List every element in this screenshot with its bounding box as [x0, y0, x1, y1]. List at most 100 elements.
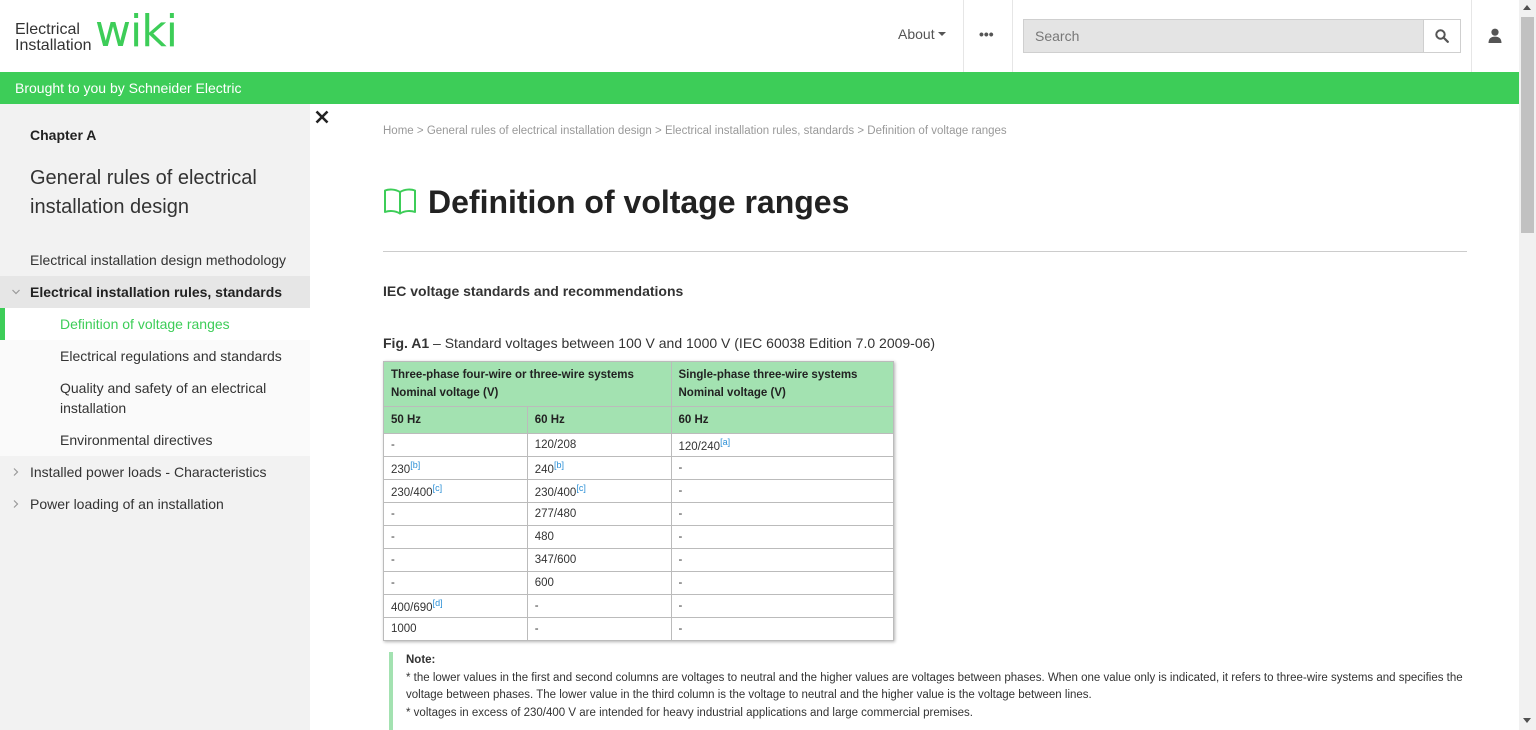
table-cell: 120/208: [526, 433, 672, 457]
cell-value: -: [678, 577, 683, 589]
cell-value: 347/600: [534, 554, 577, 566]
about-menu[interactable]: About: [898, 26, 946, 42]
search-button[interactable]: [1423, 20, 1460, 52]
breadcrumb-general-rules[interactable]: General rules of electrical installation…: [427, 125, 652, 137]
table-cell: 230/400[c]: [383, 479, 528, 503]
sidebar-item-label: Definition of voltage ranges: [60, 316, 230, 332]
cell-value: 1000: [391, 623, 417, 635]
note-line: * voltages in excess of 230/400 V are in…: [406, 706, 974, 719]
sidebar-item-label: Environmental directives: [60, 432, 213, 448]
cell-value: -: [391, 577, 395, 589]
divider: [1471, 0, 1472, 72]
footnote-link[interactable]: [c]: [576, 483, 586, 493]
section-heading: IEC voltage standards and recommendation…: [383, 283, 684, 299]
figure-label: Fig. A1: [383, 335, 430, 351]
table-cell: -: [670, 617, 894, 641]
table-row: - 480 -: [383, 525, 894, 549]
table-subheader: 50 Hz: [383, 406, 528, 434]
table-header-single-phase: Single-phase three-wire systems Nominal …: [670, 361, 894, 407]
table-cell: 240[b]: [526, 456, 672, 480]
sidebar-item-regulations[interactable]: Electrical regulations and standards: [0, 340, 310, 372]
sidebar-item-design-methodology[interactable]: Electrical installation design methodolo…: [0, 244, 310, 276]
cell-value: -: [534, 600, 539, 612]
page-title: Definition of voltage ranges: [428, 184, 850, 220]
breadcrumb: Home > General rules of electrical insta…: [383, 125, 1007, 137]
footnote-link[interactable]: [a]: [720, 437, 730, 447]
cell-value: -: [391, 554, 395, 566]
sidebar-item-installed-power-loads[interactable]: Installed power loads - Characteristics: [0, 456, 310, 488]
sidebar-item-voltage-ranges[interactable]: Definition of voltage ranges: [0, 308, 310, 340]
table-cell: -: [526, 594, 672, 618]
table-note: Note: * the lower values in the first an…: [389, 652, 1469, 730]
caret-down-icon: [937, 32, 946, 36]
sidebar-item-label: Installed power loads - Characteristics: [30, 464, 267, 480]
scrollbar-thumb[interactable]: [1521, 17, 1534, 233]
user-icon: [1488, 28, 1502, 43]
table-cell: 120/240[a]: [670, 433, 894, 457]
active-indicator: [0, 308, 5, 340]
table-cell: 230/400[c]: [526, 479, 672, 503]
sidebar-item-label: Electrical regulations and standards: [60, 348, 282, 364]
chapter-label: Chapter A: [30, 127, 97, 143]
more-icon: •••: [979, 26, 994, 42]
footnote-link[interactable]: [c]: [433, 483, 443, 493]
table-cell: -: [670, 548, 894, 572]
sidebar-item-label: Electrical installation rules, standards: [30, 284, 283, 300]
cell-value: -: [678, 554, 683, 566]
table-cell: -: [670, 525, 894, 549]
site-header: Electrical Installation wiki About •••: [0, 0, 1519, 72]
table-cell: 600: [526, 571, 672, 595]
scroll-down-icon[interactable]: [1523, 718, 1531, 723]
logo-line2: Installation: [15, 37, 92, 54]
figure-caption-text: – Standard voltages between 100 V and 10…: [433, 335, 936, 351]
breadcrumb-rules-standards[interactable]: Electrical installation rules, standards: [665, 125, 854, 137]
cell-value: 230: [391, 463, 411, 476]
cell-value: -: [678, 508, 683, 520]
about-label: About: [898, 26, 935, 42]
table-row: - 600 -: [383, 571, 894, 595]
search-input[interactable]: [1024, 20, 1423, 52]
table-cell: 400/690[d]: [383, 594, 528, 618]
divider: [963, 0, 964, 72]
footnote-link[interactable]: [d]: [433, 598, 443, 608]
cell-value: 600: [534, 577, 554, 589]
close-icon[interactable]: [314, 109, 330, 125]
sidebar-item-environmental[interactable]: Environmental directives: [0, 424, 310, 456]
sidebar-item-rules-standards[interactable]: Electrical installation rules, standards: [0, 276, 310, 308]
cell-value: -: [678, 600, 683, 612]
breadcrumb-home[interactable]: Home: [383, 125, 414, 137]
sponsor-banner: Brought to you by Schneider Electric: [0, 72, 1519, 104]
sidebar-item-label: Electrical installation design methodolo…: [30, 252, 287, 268]
footnote-link[interactable]: [b]: [410, 460, 420, 470]
table-cell: -: [670, 456, 894, 480]
cell-value: 480: [534, 531, 554, 543]
sidebar-item-label: Power loading of an installation: [30, 496, 224, 512]
more-menu[interactable]: •••: [979, 26, 994, 42]
sidebar-item-power-loading[interactable]: Power loading of an installation: [0, 488, 310, 520]
chevron-right-icon: [13, 500, 19, 508]
table-cell: -: [526, 617, 672, 641]
table-row: 1000 - -: [383, 617, 894, 641]
sidebar-item-quality-safety[interactable]: Quality and safety of an electrical inst…: [0, 372, 310, 424]
book-icon: [384, 188, 416, 215]
table-cell: -: [670, 571, 894, 595]
breadcrumb-separator: >: [416, 125, 424, 137]
divider: [383, 251, 1467, 252]
cell-value: -: [391, 531, 395, 543]
logo-wiki: wiki: [95, 6, 178, 57]
cell-value: 277/480: [534, 508, 577, 520]
table-cell: -: [670, 502, 894, 526]
table-subheader: 60 Hz: [670, 406, 894, 434]
footnote-link[interactable]: [b]: [554, 460, 564, 470]
chevron-right-icon: [13, 468, 19, 476]
cell-value: 230/400: [391, 486, 433, 499]
note-line: * the lower values in the first and seco…: [406, 671, 1463, 702]
cell-value: 230/400: [534, 486, 577, 499]
scroll-up-icon[interactable]: [1523, 5, 1531, 10]
chapter-title[interactable]: General rules of electrical installation…: [30, 164, 290, 222]
cell-value: -: [678, 462, 683, 474]
scrollbar[interactable]: [1519, 0, 1536, 730]
cell-value: 240: [534, 463, 554, 476]
user-button[interactable]: [1488, 28, 1502, 44]
table-cell: 230[b]: [383, 456, 528, 480]
